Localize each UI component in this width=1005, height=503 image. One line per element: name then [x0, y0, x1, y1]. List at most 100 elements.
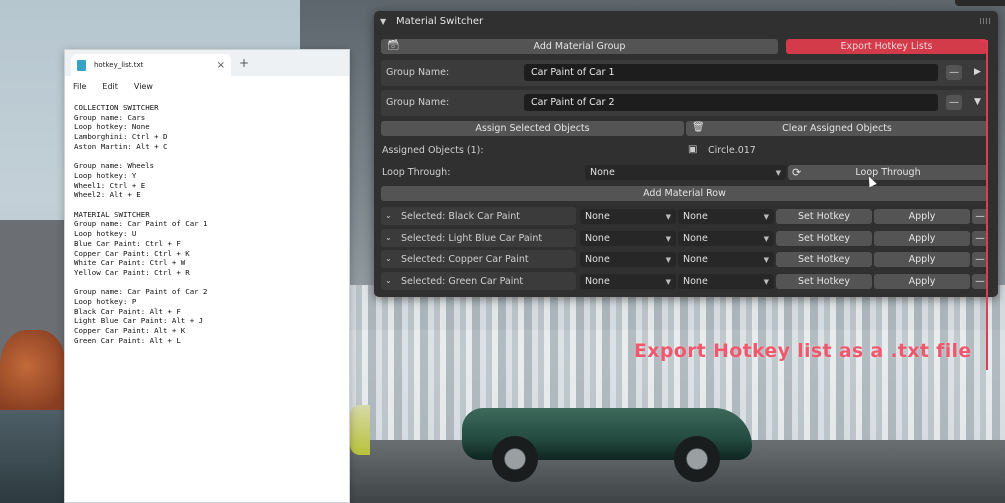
notepad-menu-bar: File Edit View: [65, 76, 349, 96]
apply-label: Apply: [908, 211, 936, 222]
material-option-dropdown-1[interactable]: None ▼: [580, 274, 676, 289]
annotation-caption: Export Hotkey list as a .txt file: [634, 340, 972, 362]
material-option-dropdown-1[interactable]: None ▼: [580, 252, 676, 267]
chevron-down-icon[interactable]: ⌄: [385, 211, 392, 220]
set-hotkey-label: Set Hotkey: [798, 233, 850, 244]
add-material-group-button[interactable]: 🗃 Add Material Group: [381, 39, 778, 54]
drag-grip-icon[interactable]: [980, 18, 990, 24]
panel-header[interactable]: ▼ Material Switcher: [374, 11, 998, 31]
material-row-header[interactable]: ⌄ Selected: Copper Car Paint: [381, 250, 576, 268]
group-name-input-2[interactable]: Car Paint of Car 2: [524, 94, 938, 111]
set-hotkey-label: Set Hotkey: [798, 254, 850, 265]
loop-through-button[interactable]: ⟳ Loop Through: [788, 165, 988, 180]
apply-label: Apply: [908, 233, 936, 244]
dropdown-value: None: [683, 254, 708, 265]
dropdown-value: None: [683, 276, 708, 287]
add-material-row-label: Add Material Row: [643, 188, 726, 199]
group-name-label: Group Name:: [386, 67, 450, 78]
notepad-file-icon: [77, 59, 86, 71]
refresh-icon: ⟳: [792, 166, 802, 179]
trash-icon: 🗑: [692, 122, 705, 133]
material-row-header[interactable]: ⌄ Selected: Green Car Paint: [381, 272, 576, 290]
archive-icon: 🗃: [387, 40, 400, 51]
add-material-row-button[interactable]: Add Material Row: [381, 186, 988, 201]
car-wheel-rear: [492, 436, 538, 482]
material-row: ⌄ Selected: Green Car Paint None ▼ None ▼ …: [381, 272, 991, 290]
chevron-right-icon[interactable]: ▶: [974, 67, 981, 77]
chevron-down-icon: ▼: [763, 255, 769, 264]
green-convertible-car[interactable]: [462, 388, 752, 482]
material-row: ⌄ Selected: Black Car Paint None ▼ None ▼ …: [381, 207, 991, 225]
chevron-down-icon: ▼: [665, 255, 671, 264]
material-option-dropdown-1[interactable]: None ▼: [580, 231, 676, 246]
set-hotkey-label: Set Hotkey: [798, 276, 850, 287]
notepad-tab-bar: hotkey_list.txt × +: [65, 50, 349, 76]
group-name-label: Group Name:: [386, 97, 450, 108]
assigned-object-name: Circle.017: [708, 145, 756, 156]
dropdown-value: None: [585, 254, 610, 265]
autumn-tree: [0, 330, 66, 420]
clear-assigned-objects-button[interactable]: 🗑 Clear Assigned Objects: [686, 121, 988, 136]
material-option-dropdown-2[interactable]: None ▼: [678, 274, 774, 289]
set-hotkey-button[interactable]: Set Hotkey: [776, 252, 872, 267]
chevron-down-icon[interactable]: ⌄: [385, 254, 392, 263]
group-name-input-1[interactable]: Car Paint of Car 1: [524, 64, 938, 81]
dropdown-value: None: [683, 233, 708, 244]
apply-button[interactable]: Apply: [874, 252, 970, 267]
dropdown-value: None: [585, 233, 610, 244]
assign-selected-objects-button[interactable]: Assign Selected Objects: [381, 121, 684, 136]
notepad-tab-title: hotkey_list.txt: [94, 61, 144, 69]
loop-through-dropdown[interactable]: None ▼: [585, 165, 786, 180]
apply-button[interactable]: Apply: [874, 274, 970, 289]
object-icon: ▣: [688, 144, 698, 155]
set-hotkey-button[interactable]: Set Hotkey: [776, 274, 872, 289]
notepad-text-content[interactable]: COLLECTION SWITCHER Group name: Cars Loo…: [65, 96, 349, 353]
viewport-header-strip: [955, 0, 1005, 6]
yellow-car-partial: [350, 405, 370, 455]
material-option-dropdown-2[interactable]: None ▼: [678, 252, 774, 267]
chevron-down-icon: ▼: [763, 212, 769, 221]
material-option-dropdown-2[interactable]: None ▼: [678, 209, 774, 224]
material-group-2: Group Name: Car Paint of Car 2 — ▼: [381, 90, 988, 116]
loop-through-label: Loop Through:: [382, 167, 451, 178]
menu-file[interactable]: File: [73, 82, 86, 91]
material-option-dropdown-2[interactable]: None ▼: [678, 231, 774, 246]
menu-view[interactable]: View: [134, 82, 153, 91]
material-row: ⌄ Selected: Copper Car Paint None ▼ None ▼…: [381, 250, 991, 268]
material-option-dropdown-1[interactable]: None ▼: [580, 209, 676, 224]
set-hotkey-button[interactable]: Set Hotkey: [776, 231, 872, 246]
material-switcher-panel: ▼ Material Switcher 🗃 Add Material Group…: [374, 11, 998, 297]
chevron-down-icon: ▼: [665, 277, 671, 286]
export-hotkey-lists-button[interactable]: Export Hotkey Lists: [786, 39, 987, 54]
car-wheel-front: [674, 436, 720, 482]
chevron-down-icon[interactable]: ⌄: [385, 276, 392, 285]
material-row-label: Selected: Black Car Paint: [401, 210, 521, 222]
chevron-down-icon[interactable]: ▼: [974, 97, 981, 107]
remove-group-button-1[interactable]: —: [946, 65, 962, 80]
dropdown-value: None: [683, 211, 708, 222]
menu-edit[interactable]: Edit: [102, 82, 118, 91]
chevron-down-icon: ▼: [665, 234, 671, 243]
assigned-objects-label: Assigned Objects (1):: [382, 145, 484, 156]
notepad-tab[interactable]: hotkey_list.txt ×: [71, 54, 231, 76]
close-icon[interactable]: ×: [217, 60, 225, 71]
annotation-line: [986, 40, 988, 370]
material-group-1: Group Name: Car Paint of Car 1 — ▶: [381, 60, 988, 86]
new-tab-icon[interactable]: +: [239, 56, 249, 70]
notepad-window[interactable]: hotkey_list.txt × + File Edit View COLLE…: [64, 49, 350, 503]
material-row-label: Selected: Copper Car Paint: [401, 253, 529, 265]
apply-button[interactable]: Apply: [874, 231, 970, 246]
chevron-down-icon: ▼: [763, 277, 769, 286]
remove-group-button-2[interactable]: —: [946, 95, 962, 110]
apply-button[interactable]: Apply: [874, 209, 970, 224]
material-row-label: Selected: Green Car Paint: [401, 275, 524, 287]
loop-through-button-label: Loop Through: [855, 167, 921, 178]
loop-through-value: None: [590, 167, 615, 178]
material-row-header[interactable]: ⌄ Selected: Light Blue Car Paint: [381, 229, 576, 247]
chevron-down-icon[interactable]: ▼: [380, 17, 390, 26]
set-hotkey-button[interactable]: Set Hotkey: [776, 209, 872, 224]
chevron-down-icon[interactable]: ⌄: [385, 233, 392, 242]
panel-title: Material Switcher: [396, 15, 484, 27]
material-row-header[interactable]: ⌄ Selected: Black Car Paint: [381, 207, 576, 225]
apply-label: Apply: [908, 254, 936, 265]
